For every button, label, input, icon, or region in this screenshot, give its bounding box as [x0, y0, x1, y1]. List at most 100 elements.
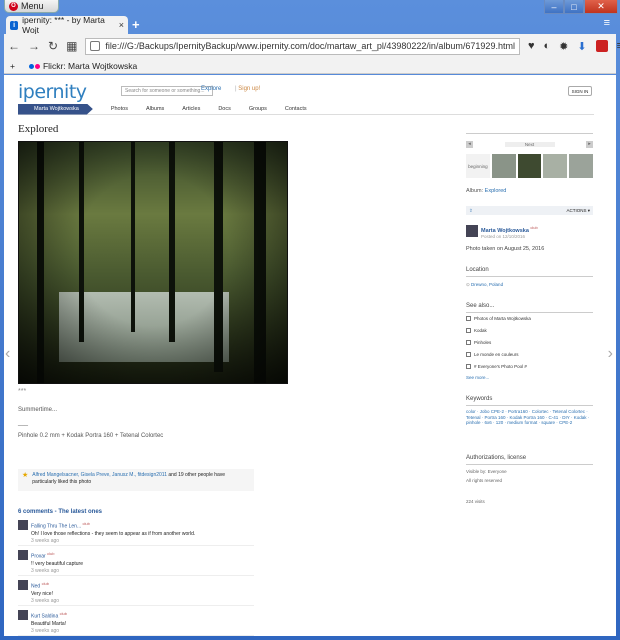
new-tab-button[interactable]: +	[132, 17, 140, 32]
search-input[interactable]: Search for someone or something...	[121, 86, 213, 96]
comment-author[interactable]: Falling Thru The Len... club	[31, 520, 195, 531]
divider	[466, 405, 593, 406]
prev-photo-arrow-icon[interactable]: ‹	[5, 345, 10, 363]
see-more-link[interactable]: See more...	[466, 375, 489, 380]
thumbnail-strip: beginning	[466, 154, 593, 178]
comment-author[interactable]: Kurt Saldina club	[31, 610, 67, 621]
pager-next-button[interactable]: Next	[504, 142, 555, 147]
ipernity-logo[interactable]: ipernity	[18, 81, 87, 103]
avatar[interactable]	[18, 520, 28, 530]
see-also-label: Kodak	[474, 328, 487, 333]
explore-link[interactable]: Explore	[201, 86, 221, 92]
comment-time: 3 weeks ago	[31, 597, 60, 604]
nav-articles[interactable]: Articles	[182, 106, 200, 112]
thumbnail[interactable]	[491, 154, 516, 178]
location-link[interactable]: ⊙ Drewno, Poland	[466, 282, 503, 288]
tab-bar: i ipernity: *** - by Marta Wojt × + ≡	[4, 15, 616, 35]
maximize-icon[interactable]: □	[564, 0, 584, 14]
nav-owner[interactable]: Marta Wojtkowska	[18, 103, 93, 115]
back-icon[interactable]: ←	[8, 39, 20, 53]
share-icon[interactable]: ⇪	[469, 208, 473, 214]
tab-close-icon[interactable]: ×	[119, 20, 124, 30]
nav-groups[interactable]: Groups	[249, 106, 267, 112]
posted-date: Posted on 12/10/2016	[481, 233, 526, 239]
close-window-icon[interactable]: ✕	[584, 0, 618, 14]
speed-dial-icon[interactable]: ▦	[66, 39, 77, 53]
comment-time: 3 weeks ago	[31, 627, 60, 634]
browser-window: O Menu – □ ✕ i ipernity: *** - by Marta Wo…	[0, 0, 620, 640]
see-also-label: # Everyone's Photo Pool #	[474, 364, 527, 369]
comment-author[interactable]: Ned club	[31, 580, 59, 591]
thumb-beginning[interactable]: beginning	[466, 154, 490, 178]
see-also-item[interactable]: Le monde en couleurs	[466, 352, 519, 357]
desc-dash: ___	[18, 420, 29, 426]
bookmarks-bar: + Flickr: Marta Wojtkowska	[4, 58, 616, 74]
browser-tab[interactable]: i ipernity: *** - by Marta Wojt ×	[6, 15, 128, 35]
faves-names[interactable]: Alfred Mangelsacner, Gisela Preve, Janus…	[32, 472, 167, 478]
avatar[interactable]	[466, 225, 478, 237]
comment-author[interactable]: Proxar club	[31, 550, 83, 561]
owner-badge: club	[530, 225, 538, 230]
nav-albums[interactable]: Albums	[146, 106, 164, 112]
see-also-item[interactable]: Pinholes	[466, 340, 491, 345]
nav-docs[interactable]: Docs	[218, 106, 231, 112]
group-icon	[466, 316, 471, 321]
comment-author-badge: club	[82, 521, 90, 526]
visits-count: 224 visits	[466, 499, 485, 504]
desc-line-2: Pinhole 0.2 mm + Kodak Portra 160 + Tete…	[18, 433, 164, 439]
shield-icon[interactable]: ◐	[543, 40, 550, 52]
add-bookmark-button[interactable]: +	[10, 61, 15, 71]
bookmark-label: Flickr: Marta Wojtkowska	[42, 60, 138, 71]
thumbnail[interactable]	[543, 154, 568, 178]
comments-header: 6 comments - The latest ones	[18, 509, 103, 515]
see-also-item[interactable]: Kodak	[466, 328, 487, 333]
reload-icon[interactable]: ↻	[48, 39, 58, 53]
opera-menu-button[interactable]: O Menu	[4, 0, 59, 13]
comment-item: Falling Thru The Len... club Oh! I love t…	[18, 519, 254, 546]
extension-icon[interactable]	[595, 40, 608, 52]
menu-icon[interactable]: ≡	[617, 40, 620, 52]
see-also-item[interactable]: # Everyone's Photo Pool #	[466, 364, 527, 369]
album-link[interactable]: Explored	[485, 188, 507, 194]
auth-heading: Authorizations, license	[466, 455, 527, 461]
photo-description: Summertime... ___ Pinhole 0.2 mm + Kodak…	[18, 404, 163, 443]
nav-photos[interactable]: Photos	[111, 106, 128, 112]
faves-box: ★ Alfred Mangelsacner, Gisela Preve, Jan…	[18, 469, 254, 491]
gear-icon[interactable]: ✹	[559, 40, 568, 53]
see-also-label: Pinholes	[474, 340, 492, 345]
pager-prev-icon[interactable]: ◂	[466, 141, 473, 148]
signup-link[interactable]: | Sign up!	[235, 86, 260, 92]
thumbnail[interactable]	[569, 154, 593, 178]
bookmark-flickr[interactable]: Flickr: Marta Wojtkowska	[28, 60, 138, 71]
minimize-icon[interactable]: –	[544, 0, 564, 14]
ipernity-favicon-icon: i	[10, 20, 19, 30]
comment-author-name: Proxar	[31, 553, 46, 560]
forward-icon[interactable]: →	[28, 39, 40, 53]
avatar[interactable]	[18, 550, 28, 560]
address-text: file:///G:/Backups/IpernityBackup/www.ip…	[105, 41, 515, 51]
comment-time: 3 weeks ago	[31, 567, 60, 574]
window-controls: – □ ✕	[544, 0, 618, 14]
see-also-item[interactable]: Photos of Marta Wojtkowska	[466, 316, 531, 321]
avatar[interactable]	[18, 580, 28, 590]
signin-button[interactable]: SIGN IN	[568, 86, 592, 96]
tab-menu-icon[interactable]: ≡	[604, 17, 610, 29]
flickr-icon	[28, 63, 40, 69]
heart-icon[interactable]: ♥	[528, 40, 535, 52]
comment-author-badge: club	[41, 581, 49, 586]
group-icon	[466, 340, 471, 345]
pager-next-icon[interactable]: ▸	[586, 141, 593, 148]
comment-author-name: Falling Thru The Len...	[31, 523, 82, 530]
next-photo-arrow-icon[interactable]: ›	[608, 345, 613, 363]
address-bar[interactable]: file:///G:/Backups/IpernityBackup/www.ip…	[85, 37, 520, 55]
owner-name[interactable]: Marta Wojtkowska club	[481, 225, 538, 234]
nav-contacts[interactable]: Contacts	[285, 106, 307, 112]
main-photo[interactable]	[18, 141, 288, 384]
avatar[interactable]	[18, 610, 28, 620]
keywords-list[interactable]: color · Jobo CPE-2 · Portra160 · Colorte…	[466, 409, 593, 426]
download-icon[interactable]: ⬇	[577, 40, 586, 53]
actions-button[interactable]: ACTIONS ▾	[566, 208, 590, 214]
thumbnail[interactable]	[517, 154, 542, 178]
group-icon	[466, 352, 471, 357]
signup-label: Sign up!	[238, 86, 261, 92]
